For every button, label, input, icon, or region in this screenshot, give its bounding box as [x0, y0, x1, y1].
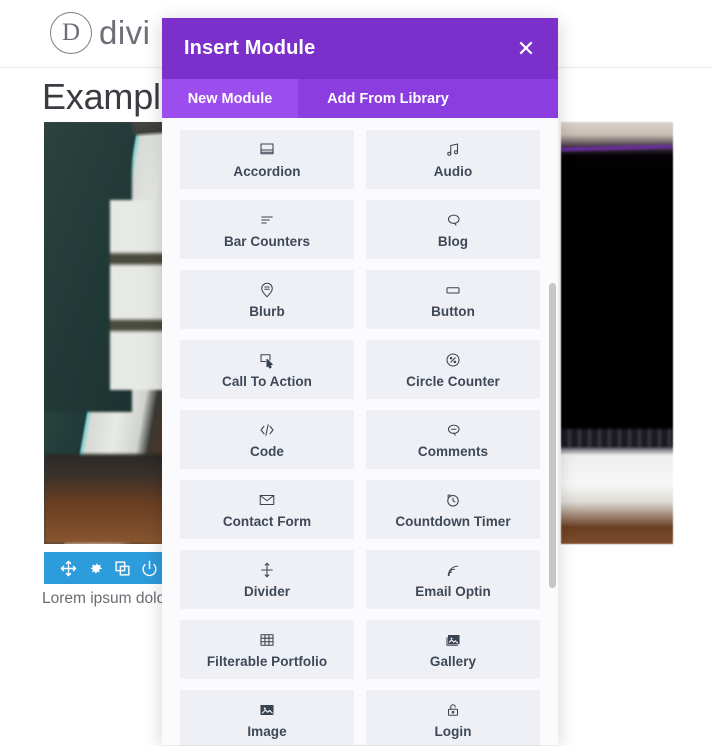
- module-card-countdown-timer[interactable]: Countdown Timer: [366, 480, 540, 539]
- divi-logo-text: divi: [99, 14, 151, 52]
- module-card-label: Filterable Portfolio: [207, 654, 327, 669]
- module-card-label: Accordion: [233, 164, 300, 179]
- module-card-label: Bar Counters: [224, 234, 310, 249]
- modal-scrollbar-thumb[interactable]: [549, 283, 556, 588]
- right-image-purple-edge: [561, 145, 673, 152]
- module-card-circle-counter[interactable]: Circle Counter: [366, 340, 540, 399]
- padlock-open-icon: [444, 701, 462, 719]
- module-card-label: Login: [435, 724, 472, 739]
- module-card-contact-form[interactable]: Contact Form: [180, 480, 354, 539]
- module-card-blog[interactable]: Blog: [366, 200, 540, 259]
- music-note-icon: [444, 141, 462, 159]
- modal-tab-bar: New Module Add From Library: [162, 79, 558, 118]
- divi-logo-mark-icon: D: [50, 12, 92, 54]
- settings-icon[interactable]: [87, 560, 104, 577]
- code-brackets-icon: [258, 421, 276, 439]
- module-card-label: Call To Action: [222, 374, 312, 389]
- module-card-image[interactable]: Image: [180, 690, 354, 745]
- accordion-icon: [258, 141, 276, 159]
- module-card-button[interactable]: Button: [366, 270, 540, 329]
- divider-arrows-icon: [258, 561, 276, 579]
- module-card-label: Divider: [244, 584, 290, 599]
- module-card-label: Code: [250, 444, 284, 459]
- tab-add-from-library[interactable]: Add From Library: [298, 79, 478, 118]
- module-card-gallery[interactable]: Gallery: [366, 620, 540, 679]
- button-rectangle-icon: [444, 281, 462, 299]
- site-logo[interactable]: D divi: [50, 12, 151, 54]
- module-card-comments[interactable]: Comments: [366, 410, 540, 469]
- module-card-audio[interactable]: Audio: [366, 130, 540, 189]
- right-image-keyboard: [561, 429, 673, 447]
- module-card-bar-counters[interactable]: Bar Counters: [180, 200, 354, 259]
- module-card-label: Contact Form: [223, 514, 311, 529]
- module-card-label: Blog: [438, 234, 468, 249]
- module-card-blurb[interactable]: Blurb: [180, 270, 354, 329]
- module-card-label: Blurb: [249, 304, 285, 319]
- bar-counters-icon: [258, 211, 276, 229]
- speech-bubble-icon: [444, 211, 462, 229]
- module-card-filterable-portfolio[interactable]: Filterable Portfolio: [180, 620, 354, 679]
- power-toggle-icon[interactable]: [141, 560, 158, 577]
- right-content-image: [561, 122, 673, 544]
- signal-waves-icon: [444, 561, 462, 579]
- body-paragraph: Lorem ipsum dolor sit amet, consectetur …: [42, 586, 172, 746]
- cursor-click-icon: [258, 351, 276, 369]
- tab-new-module[interactable]: New Module: [162, 79, 298, 118]
- module-hover-toolbar[interactable]: [44, 552, 172, 584]
- left-content-image: [44, 122, 172, 544]
- left-image-floor: [44, 454, 172, 544]
- module-card-login[interactable]: Login: [366, 690, 540, 745]
- insert-module-modal: Insert Module ✕ New Module Add From Libr…: [162, 18, 558, 745]
- module-card-label: Gallery: [430, 654, 476, 669]
- blurb-pin-icon: [258, 281, 276, 299]
- module-card-label: Comments: [418, 444, 488, 459]
- modal-body: Accordion Audio Bar Counters Blog Blurb Butto…: [162, 118, 558, 745]
- comments-icon: [444, 421, 462, 439]
- module-card-label: Button: [431, 304, 475, 319]
- module-card-email-optin[interactable]: Email Optin: [366, 550, 540, 609]
- module-card-code[interactable]: Code: [180, 410, 354, 469]
- module-card-accordion[interactable]: Accordion: [180, 130, 354, 189]
- image-icon: [258, 701, 276, 719]
- modal-title: Insert Module: [184, 37, 315, 60]
- gallery-stack-icon: [444, 631, 462, 649]
- close-icon[interactable]: ✕: [514, 37, 538, 61]
- module-card-call-to-action[interactable]: Call To Action: [180, 340, 354, 399]
- module-card-label: Audio: [434, 164, 473, 179]
- circle-counter-icon: [444, 351, 462, 369]
- clock-back-icon: [444, 491, 462, 509]
- module-card-label: Image: [247, 724, 286, 739]
- module-card-divider[interactable]: Divider: [180, 550, 354, 609]
- grid-table-icon: [258, 631, 276, 649]
- envelope-icon: [258, 491, 276, 509]
- duplicate-icon[interactable]: [114, 560, 131, 577]
- module-card-label: Circle Counter: [406, 374, 500, 389]
- move-icon[interactable]: [60, 560, 77, 577]
- module-grid: Accordion Audio Bar Counters Blog Blurb Butto…: [180, 130, 540, 745]
- module-card-label: Countdown Timer: [395, 514, 510, 529]
- modal-scrollbar[interactable]: [548, 218, 558, 745]
- modal-header: Insert Module ✕: [162, 18, 558, 79]
- module-card-label: Email Optin: [415, 584, 491, 599]
